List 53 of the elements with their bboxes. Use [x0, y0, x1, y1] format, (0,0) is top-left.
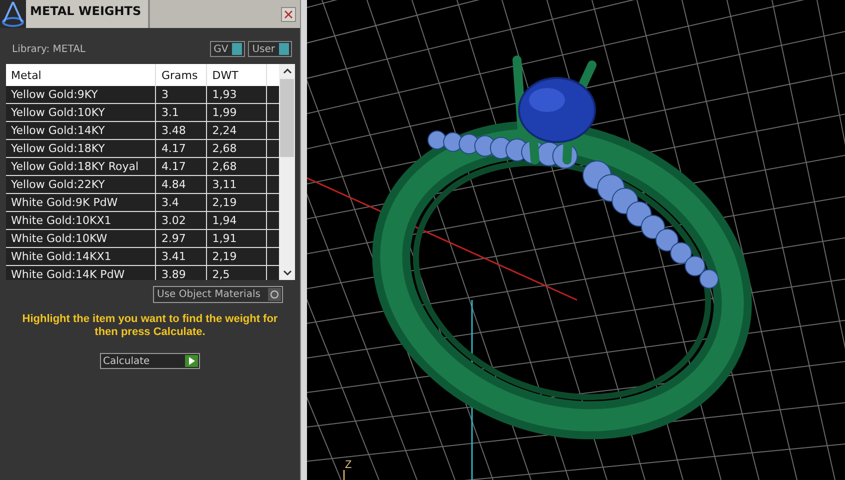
table-cell: White Gold:10KX1 — [6, 212, 156, 229]
3d-viewport[interactable]: Z — [307, 0, 845, 480]
scroll-thumb[interactable] — [280, 79, 294, 157]
cone-icon — [1, 0, 25, 28]
table-cell: 4.17 — [156, 158, 208, 175]
table-cell: 2,19 — [207, 194, 268, 211]
scroll-down-icon — [282, 270, 292, 276]
table-cell: 1,91 — [207, 230, 268, 247]
table-cell: 1,94 — [207, 212, 268, 229]
z-axis-line — [343, 470, 345, 480]
table-cell: White Gold:14KX1 — [6, 248, 156, 265]
table-cell: White Gold:9K PdW — [6, 194, 156, 211]
table-cell: Yellow Gold:18KY Royal — [6, 158, 156, 175]
table-cell: Yellow Gold:9KY — [6, 86, 156, 103]
table-cell: 1,93 — [207, 86, 268, 103]
table-cell: 4.17 — [156, 140, 208, 157]
table-cell: Yellow Gold:22KY — [6, 176, 156, 193]
table-cell: 4.84 — [156, 176, 208, 193]
table-cell: 2,19 — [207, 248, 268, 265]
axis-label: Z — [345, 459, 352, 471]
table-cell: 3.1 — [156, 104, 208, 121]
toggle-button[interactable]: GV — [210, 41, 246, 57]
use-object-materials-toggle[interactable]: Use Object Materials — [153, 286, 283, 303]
table-cell: Yellow Gold:14KY — [6, 122, 156, 139]
close-button[interactable] — [281, 6, 296, 22]
scroll-up-icon — [282, 68, 292, 74]
table-cell: Yellow Gold:18KY — [6, 140, 156, 157]
table-cell: 3.41 — [156, 248, 208, 265]
table-cell: 2,24 — [207, 122, 268, 139]
panel-title: METAL WEIGHTS — [26, 0, 150, 28]
toggle-button[interactable]: User — [248, 41, 292, 57]
table-cell: 2,5 — [207, 266, 268, 280]
instruction-text: Highlight the item you want to find the weight for then press Calculate. — [21, 313, 279, 339]
table-cell: Yellow Gold:10KY — [6, 104, 156, 121]
table-cell: 2.97 — [156, 230, 208, 247]
table-cell: 3,11 — [207, 176, 268, 193]
table-cell: 3.89 — [156, 266, 208, 280]
circle-icon — [270, 290, 279, 299]
library-label: Library: METAL — [12, 44, 86, 54]
play-icon — [188, 357, 194, 365]
scrollbar[interactable] — [279, 64, 295, 280]
table-cell: White Gold:14K PdW — [6, 266, 156, 280]
table-cell: 3.48 — [156, 122, 208, 139]
close-icon — [284, 10, 293, 18]
table-cell: 2,68 — [207, 158, 268, 175]
splitter-bar[interactable] — [300, 0, 307, 480]
table-cell: 3 — [156, 86, 208, 103]
table-cell: 3.4 — [156, 194, 208, 211]
table-cell: White Gold:10KW — [6, 230, 156, 247]
table-cell: 2,68 — [207, 140, 268, 157]
table-cell: 1,99 — [207, 104, 268, 121]
table-cell: 3.02 — [156, 212, 208, 229]
calculate-button[interactable]: Calculate — [100, 353, 200, 369]
